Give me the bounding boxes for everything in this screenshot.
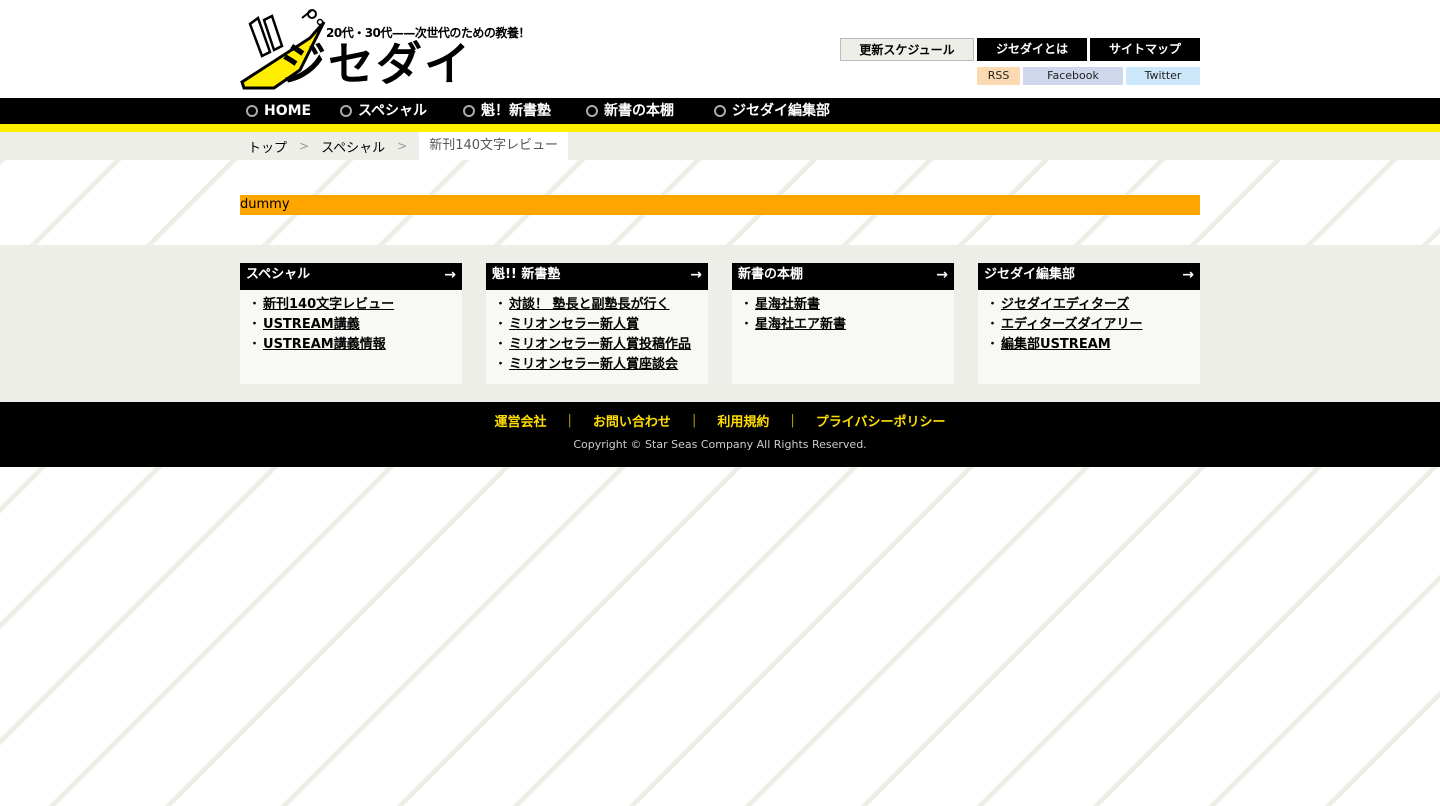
footer-separator: | [691, 413, 697, 428]
circle-bullet-icon [340, 105, 352, 117]
list-item: ミリオンセラー新人賞座談会 [494, 355, 708, 375]
section-link[interactable]: 編集部USTREAM [1001, 337, 1111, 352]
chevron-right-icon: > [299, 139, 310, 153]
section-title-link[interactable]: 魁!! 新書塾 → [486, 263, 708, 290]
circle-bullet-icon [463, 105, 475, 117]
list-item: ミリオンセラー新人賞投稿作品 [494, 335, 708, 355]
list-item: 対談！ 塾長と副塾長が行く [494, 295, 708, 315]
list-item: 新刊140文字レビュー [248, 295, 462, 315]
footer-link-privacy[interactable]: プライバシーポリシー [816, 411, 946, 430]
list-item: 編集部USTREAM [986, 335, 1200, 355]
site-footer: 運営会社 | お問い合わせ | 利用規約 | プライバシーポリシー Copyri… [0, 402, 1440, 467]
nav-item-editorial[interactable]: ジセダイ編集部 [714, 98, 854, 124]
list-item: 星海社エア新書 [740, 315, 954, 335]
facebook-link[interactable]: Facebook [1023, 67, 1123, 85]
site-header: 20代・30代——次世代のための教養！ ジセダイ 更新スケジュール ジセダイとは… [0, 0, 1440, 98]
section-title-link[interactable]: スペシャル → [240, 263, 462, 290]
nav-label-special: スペシャル [358, 103, 428, 119]
list-item: ジセダイエディターズ [986, 295, 1200, 315]
nav-label-shinsho-juku: 魁！新書塾 [481, 103, 551, 119]
footer-link-company[interactable]: 運営会社 [495, 411, 547, 430]
nav-label-bookshelf: 新書の本棚 [604, 103, 674, 119]
breadcrumb-top[interactable]: トップ [248, 137, 287, 156]
list-item: エディターズダイアリー [986, 315, 1200, 335]
section-link[interactable]: エディターズダイアリー [1001, 317, 1142, 332]
breadcrumb-current: 新刊140文字レビュー [419, 132, 569, 160]
nav-label-home: HOME [264, 103, 312, 119]
schedule-button[interactable]: 更新スケジュール [840, 38, 974, 61]
nav-item-shinsho-juku[interactable]: 魁！新書塾 [463, 98, 586, 124]
arrow-right-icon: → [1182, 267, 1194, 283]
circle-bullet-icon [246, 105, 258, 117]
nav-label-editorial: ジセダイ編集部 [732, 103, 830, 119]
footer-separator: | [790, 413, 795, 428]
section-title: ジセダイ編集部 [984, 267, 1076, 282]
list-item: ミリオンセラー新人賞 [494, 315, 708, 335]
footer-links: 運営会社 | お問い合わせ | 利用規約 | プライバシーポリシー [0, 402, 1440, 430]
section-link[interactable]: ミリオンセラー新人賞投稿作品 [509, 337, 691, 352]
section-link[interactable]: 新刊140文字レビュー [263, 297, 394, 312]
nav-item-home[interactable]: HOME [240, 98, 340, 124]
nav-item-bookshelf[interactable]: 新書の本棚 [586, 98, 714, 124]
section-link[interactable]: ミリオンセラー新人賞 [509, 317, 639, 332]
circle-bullet-icon [586, 105, 598, 117]
arrow-right-icon: → [444, 267, 456, 283]
section-special: スペシャル → 新刊140文字レビュー USTREAM講義 USTREAM講義情報 [240, 263, 462, 384]
section-title: スペシャル [246, 267, 311, 282]
sitemap-button[interactable]: サイトマップ [1090, 38, 1200, 61]
section-editorial: ジセダイ編集部 → ジセダイエディターズ エディターズダイアリー 編集部USTRE… [978, 263, 1200, 384]
section-title-link[interactable]: ジセダイ編集部 → [978, 263, 1200, 290]
list-item: 星海社新書 [740, 295, 954, 315]
section-link[interactable]: 星海社エア新書 [755, 317, 846, 332]
logo-name: ジセダイ [280, 37, 472, 91]
chevron-right-icon: > [397, 139, 408, 153]
list-item: USTREAM講義 [248, 315, 462, 335]
nav-item-special[interactable]: スペシャル [340, 98, 463, 124]
section-shinsho-juku: 魁!! 新書塾 → 対談！ 塾長と副塾長が行く ミリオンセラー新人賞 ミリオンセラ… [486, 263, 708, 384]
arrow-right-icon: → [936, 267, 948, 283]
section-title: 魁!! 新書塾 [492, 267, 561, 282]
global-nav: HOME スペシャル 魁！新書塾 新書の本棚 ジセダイ編集部 [0, 98, 1440, 132]
section-link[interactable]: 星海社新書 [755, 297, 820, 312]
section-link[interactable]: ミリオンセラー新人賞座談会 [509, 357, 678, 372]
about-button[interactable]: ジセダイとは [977, 38, 1087, 61]
section-link[interactable]: ジセダイエディターズ [1001, 297, 1129, 312]
rss-link[interactable]: RSS [977, 67, 1020, 85]
copyright: Copyright © Star Seas Company All Rights… [573, 438, 867, 451]
utility-nav: 更新スケジュール ジセダイとは サイトマップ [840, 38, 1200, 61]
twitter-link[interactable]: Twitter [1126, 67, 1200, 85]
breadcrumb: トップ > スペシャル > 新刊140文字レビュー [0, 132, 1440, 160]
feed-links: RSS Facebook Twitter [977, 67, 1200, 85]
section-link[interactable]: USTREAM講義情報 [263, 337, 386, 352]
section-link[interactable]: 対談！ 塾長と副塾長が行く [509, 297, 670, 312]
list-item: USTREAM講義情報 [248, 335, 462, 355]
footer-sections: スペシャル → 新刊140文字レビュー USTREAM講義 USTREAM講義情報… [0, 245, 1440, 402]
site-logo[interactable]: 20代・30代——次世代のための教養！ ジセダイ [240, 8, 530, 91]
circle-bullet-icon [714, 105, 726, 117]
section-title: 新書の本棚 [738, 267, 804, 282]
footer-separator: | [567, 413, 572, 428]
main-content: dummy [0, 160, 1440, 245]
footer-link-terms[interactable]: 利用規約 [717, 411, 769, 430]
footer-link-contact[interactable]: お問い合わせ [593, 411, 671, 430]
section-bookshelf: 新書の本棚 → 星海社新書 星海社エア新書 [732, 263, 954, 384]
breadcrumb-special[interactable]: スペシャル [321, 137, 385, 156]
section-title-link[interactable]: 新書の本棚 → [732, 263, 954, 290]
arrow-right-icon: → [690, 267, 702, 283]
section-link[interactable]: USTREAM講義 [263, 317, 360, 332]
dummy-banner: dummy [240, 195, 1200, 215]
